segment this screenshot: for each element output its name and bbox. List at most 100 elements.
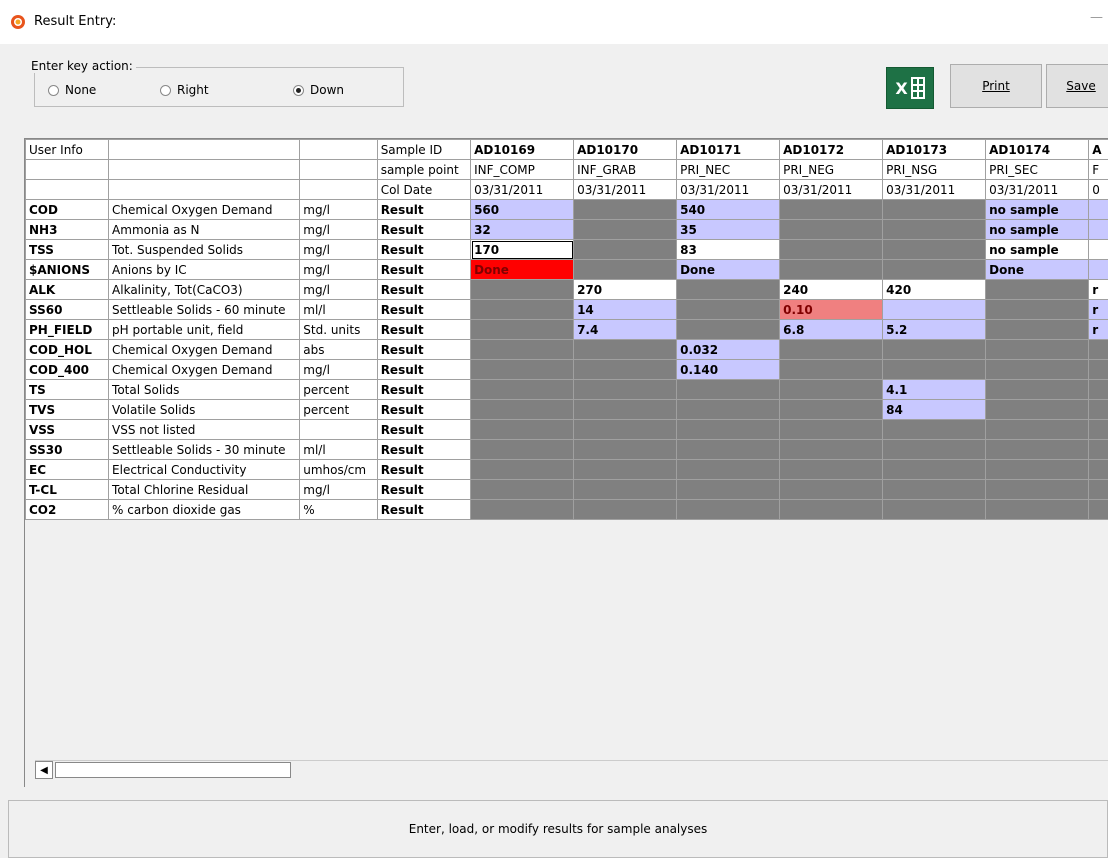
result-cell [1088, 379, 1108, 400]
analyte-code: CO2 [25, 499, 110, 520]
radio-right-indicator[interactable] [160, 84, 171, 96]
result-cell [882, 339, 987, 360]
result-cell [573, 459, 678, 480]
header-label: Col Date [376, 179, 472, 200]
result-cell[interactable] [882, 299, 987, 320]
radio-none-label: None [65, 83, 97, 97]
minimize-button[interactable]: — [1090, 10, 1103, 25]
result-cell[interactable]: Done [470, 259, 575, 280]
result-cell[interactable]: 0.10 [779, 299, 884, 320]
result-cell [470, 419, 575, 440]
scroll-left-icon[interactable]: ◀ [35, 761, 53, 779]
result-cell[interactable]: 6.8 [779, 319, 884, 340]
result-cell[interactable]: 4.1 [882, 379, 987, 400]
analyte-unit: mg/l [299, 199, 378, 220]
user-info-header: User Info [25, 139, 110, 160]
result-cell[interactable]: 270 [573, 279, 678, 300]
result-cell [985, 379, 1090, 400]
result-cell[interactable]: 0.140 [676, 359, 781, 380]
analyte-description: Settleable Solids - 60 minute [108, 299, 301, 320]
result-cell [470, 479, 575, 500]
radio-down[interactable]: Down [293, 83, 344, 97]
results-grid: User Info Sample ID AD10169 AD10170 AD10171 A… [24, 138, 1108, 787]
print-button[interactable]: Print [950, 64, 1042, 108]
save-button[interactable]: Save [1046, 64, 1108, 108]
analyte-description: Chemical Oxygen Demand [108, 199, 301, 220]
result-cell [573, 219, 678, 240]
analyte-description: Volatile Solids [108, 399, 301, 420]
result-cell[interactable]: 14 [573, 299, 678, 320]
horizontal-scrollbar[interactable]: ◀ [35, 760, 1108, 779]
result-cell [676, 299, 781, 320]
result-cell[interactable]: 35 [676, 219, 781, 240]
result-cell[interactable] [1088, 259, 1108, 280]
header-blank [108, 139, 301, 160]
radio-none-indicator[interactable] [48, 84, 59, 96]
result-cell [676, 499, 781, 520]
result-cell [676, 419, 781, 440]
radio-none[interactable]: None [48, 83, 96, 97]
result-cell [470, 299, 575, 320]
result-cell [882, 459, 987, 480]
analyte-description: % carbon dioxide gas [108, 499, 301, 520]
result-cell[interactable]: 7.4 [573, 319, 678, 340]
result-cell[interactable]: no sample [985, 219, 1090, 240]
result-cell[interactable]: 540 [676, 199, 781, 220]
result-label: Result [376, 299, 472, 320]
result-cell [779, 339, 884, 360]
radio-right[interactable]: Right [160, 83, 209, 97]
result-cell [985, 279, 1090, 300]
sample-id-cell: AD10174 [985, 139, 1090, 160]
result-cell[interactable]: 420 [882, 279, 987, 300]
scrollbar-thumb[interactable] [55, 762, 291, 778]
result-cell[interactable]: 240 [779, 279, 884, 300]
result-cell [1088, 459, 1108, 480]
analyte-unit [299, 419, 378, 440]
result-cell[interactable]: Done [985, 259, 1090, 280]
radio-down-indicator[interactable] [293, 84, 304, 96]
result-cell[interactable]: 0.032 [676, 339, 781, 360]
result-cell [882, 219, 987, 240]
result-cell [779, 379, 884, 400]
analyte-description: Chemical Oxygen Demand [108, 339, 301, 360]
result-cell[interactable]: r [1088, 319, 1108, 340]
result-cell [779, 259, 884, 280]
result-cell [985, 339, 1090, 360]
result-cell[interactable]: no sample [985, 199, 1090, 220]
result-cell[interactable] [1088, 219, 1108, 240]
title-bar: Result Entry: — [0, 0, 1108, 44]
result-cell [779, 199, 884, 220]
analyte-code: EC [25, 459, 110, 480]
analyte-code: T-CL [25, 479, 110, 500]
table-row: VSS VSS not listed Result [25, 419, 1108, 440]
analyte-unit: percent [299, 399, 378, 420]
result-cell[interactable]: Done [676, 259, 781, 280]
table-row: PH_FIELD pH portable unit, field Std. unit… [25, 319, 1108, 340]
result-cell[interactable]: 32 [470, 219, 575, 240]
analyte-description: Electrical Conductivity [108, 459, 301, 480]
result-cell[interactable]: r [1088, 279, 1108, 300]
result-cell[interactable]: 83 [676, 239, 781, 260]
analyte-code: COD_400 [25, 359, 110, 380]
result-cell [676, 319, 781, 340]
analyte-unit: ml/l [299, 299, 378, 320]
user-info-header [25, 159, 110, 180]
result-cell [470, 359, 575, 380]
result-cell [882, 259, 987, 280]
result-cell[interactable]: 560 [470, 199, 575, 220]
result-cell[interactable]: 84 [882, 399, 987, 420]
result-cell[interactable] [1088, 199, 1108, 220]
analyte-code: SS60 [25, 299, 110, 320]
result-cell[interactable]: 170 [470, 239, 575, 260]
result-cell [985, 399, 1090, 420]
excel-export-button[interactable]: X [886, 67, 934, 109]
analyte-description: Total Solids [108, 379, 301, 400]
result-cell[interactable]: r [1088, 299, 1108, 320]
table-row: COD_400 Chemical Oxygen Demand mg/l Result 0… [25, 359, 1108, 380]
analyte-unit: Std. units [299, 319, 378, 340]
analyte-unit: mg/l [299, 239, 378, 260]
result-cell[interactable]: no sample [985, 239, 1090, 260]
header-row: User Info Sample ID AD10169 AD10170 AD10171 A… [25, 139, 1108, 160]
result-cell[interactable]: 5.2 [882, 319, 987, 340]
result-cell[interactable] [1088, 239, 1108, 260]
